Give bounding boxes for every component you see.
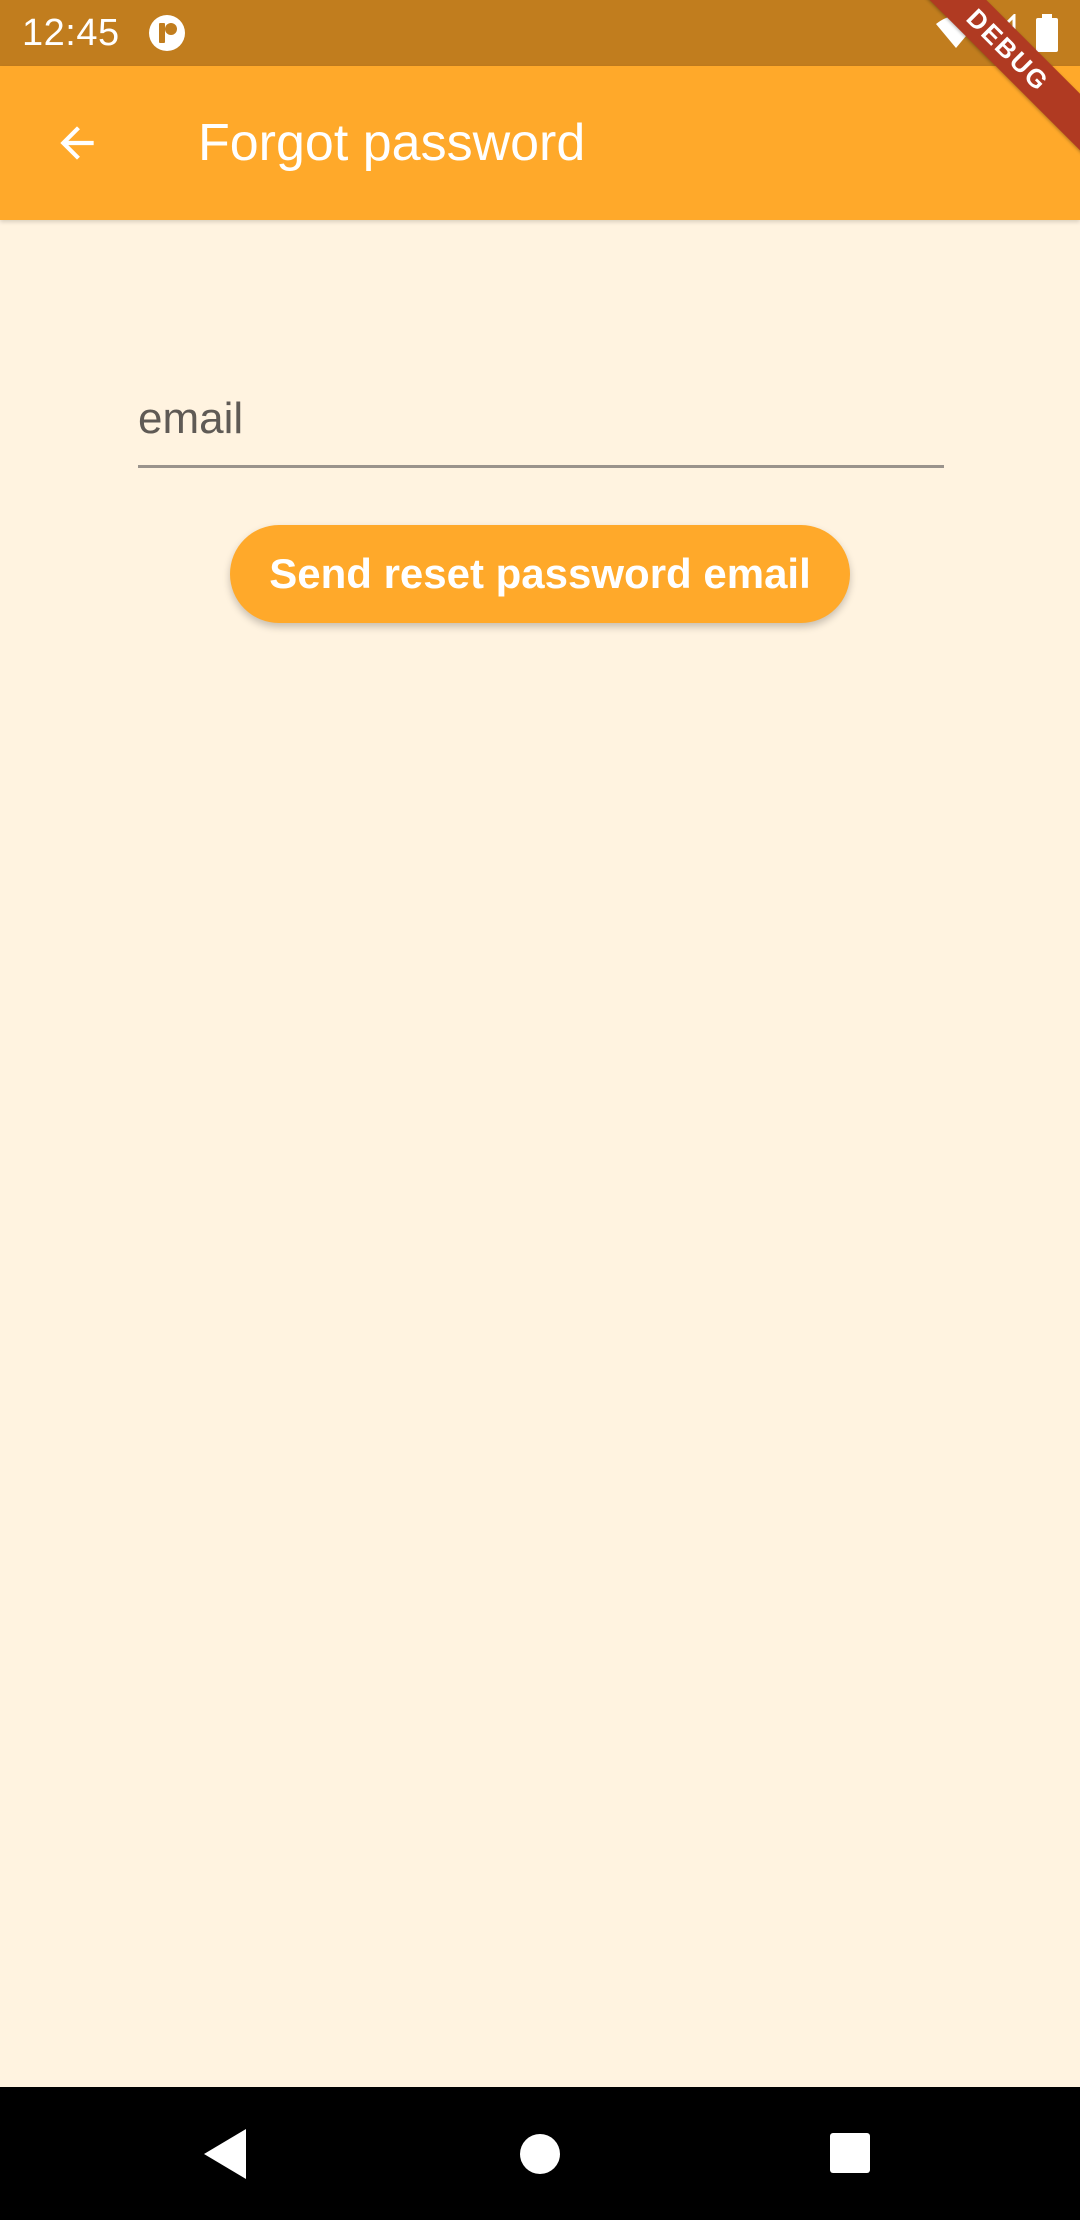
email-underline: [138, 465, 944, 468]
email-input[interactable]: [138, 362, 944, 466]
home-circle-icon[interactable]: [518, 2132, 562, 2176]
back-triangle-icon[interactable]: [200, 2127, 250, 2181]
email-field[interactable]: [138, 362, 944, 468]
app-notification-icon: [149, 15, 185, 51]
app-bar: Forgot password: [0, 66, 1080, 220]
recents-square-icon[interactable]: [830, 2133, 870, 2173]
send-reset-email-button[interactable]: Send reset password email: [230, 525, 850, 623]
battery-icon: [1036, 14, 1058, 52]
screen: 12:45 Forgot password DEBUG S: [0, 0, 1080, 2220]
arrow-back-icon: [60, 126, 94, 160]
back-button[interactable]: [38, 104, 116, 182]
system-nav-bar: [0, 2087, 1080, 2220]
page-title: Forgot password: [198, 114, 586, 172]
status-time: 12:45: [22, 12, 120, 54]
status-bar: 12:45: [0, 0, 1080, 66]
